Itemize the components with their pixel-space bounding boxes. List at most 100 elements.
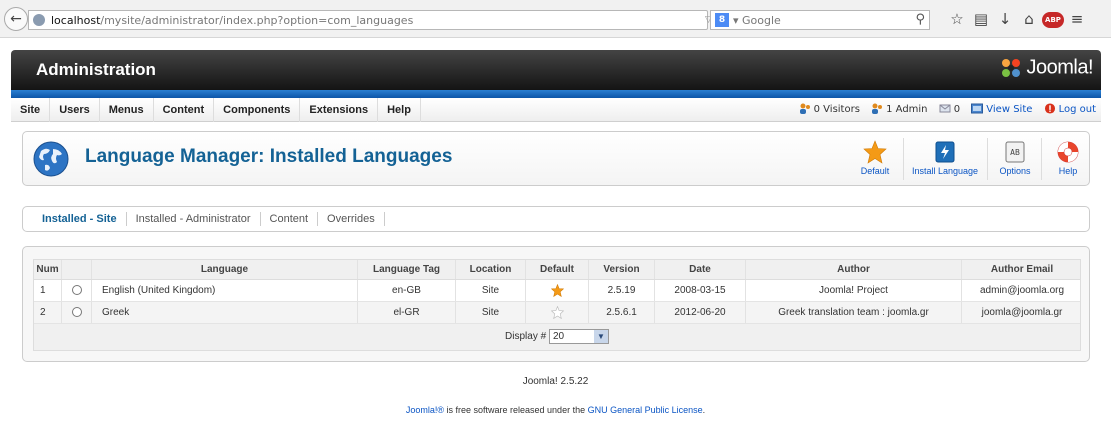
menu-item-content[interactable]: Content bbox=[154, 98, 215, 122]
row-author-email: joomla@joomla.gr bbox=[981, 307, 1063, 318]
browser-toolbar-icons: ☆ ▤ ↓ ⌂ ABP ≡ bbox=[946, 10, 1090, 30]
view-site-icon bbox=[971, 103, 984, 114]
back-arrow-icon: ← bbox=[10, 11, 22, 27]
row-select-radio-cell bbox=[62, 302, 92, 323]
row-author: Joomla! Project bbox=[746, 280, 962, 301]
default-star-filled-icon[interactable] bbox=[550, 283, 564, 297]
row-select-radio[interactable] bbox=[71, 285, 82, 296]
search-icon[interactable]: ⚲ bbox=[915, 12, 925, 27]
column-header-date[interactable]: Date bbox=[655, 260, 746, 279]
display-limit-label: Display # bbox=[505, 331, 547, 342]
column-header-select bbox=[62, 260, 92, 279]
menu-item-site[interactable]: Site bbox=[11, 98, 51, 122]
main-menu: Site Users Menus Content Components Extension… bbox=[11, 98, 421, 122]
gpl-link[interactable]: GNU General Public License bbox=[588, 405, 703, 415]
default-star-icon bbox=[863, 140, 887, 164]
row-default-cell bbox=[526, 280, 589, 301]
joomla-link[interactable]: Joomla!® bbox=[406, 405, 444, 415]
url-text[interactable]: localhost/mysite/administrator/index.php… bbox=[51, 14, 413, 27]
options-button[interactable]: AB Options bbox=[995, 140, 1035, 182]
google-icon[interactable]: 8 bbox=[715, 13, 729, 27]
help-lifebuoy-icon bbox=[1057, 141, 1079, 163]
joomla-logo-icon bbox=[1002, 59, 1021, 77]
row-version: 2.5.19 bbox=[589, 280, 655, 301]
site-identity-icon[interactable] bbox=[33, 14, 45, 26]
column-header-language[interactable]: Language bbox=[92, 260, 358, 279]
adblock-icon[interactable]: ABP bbox=[1042, 12, 1064, 28]
column-header-author-email[interactable]: Author Email bbox=[962, 260, 1082, 279]
row-date: 2012-06-20 bbox=[655, 302, 746, 323]
svg-text:AB: AB bbox=[1010, 148, 1020, 157]
messages-status[interactable]: 0 bbox=[939, 98, 960, 122]
visitors-icon bbox=[799, 103, 810, 114]
toolbar-divider bbox=[903, 138, 904, 180]
column-header-language-tag[interactable]: Language Tag bbox=[358, 260, 456, 279]
default-button-label: Default bbox=[860, 166, 890, 176]
column-header-version[interactable]: Version bbox=[589, 260, 655, 279]
menu-item-users[interactable]: Users bbox=[50, 98, 100, 122]
visitors-status: 0 Visitors bbox=[799, 98, 860, 122]
menu-icon[interactable]: ≡ bbox=[1066, 10, 1088, 28]
logout-link[interactable]: Log out bbox=[1044, 98, 1096, 122]
language-globe-icon bbox=[33, 141, 69, 177]
options-label: Options bbox=[999, 166, 1031, 176]
tab-overrides[interactable]: Overrides bbox=[318, 212, 385, 226]
home-icon[interactable]: ⌂ bbox=[1018, 10, 1040, 28]
table-row: 2 Greek el-GR Site 2.5.6.1 2012-06-20 Gr… bbox=[34, 302, 1080, 324]
bookmarks-menu-icon[interactable]: ▤ bbox=[970, 10, 992, 28]
back-button[interactable]: ← bbox=[4, 7, 28, 31]
downloads-icon[interactable]: ↓ bbox=[994, 10, 1016, 28]
install-language-label: Install Language bbox=[911, 166, 979, 176]
admin-menu-bar: Site Users Menus Content Components Extension… bbox=[11, 98, 1101, 122]
column-header-num[interactable]: Num bbox=[34, 260, 62, 279]
options-icon: AB bbox=[1005, 141, 1025, 163]
joomla-logo-text: Joomla! bbox=[1026, 56, 1093, 79]
column-header-default[interactable]: Default bbox=[526, 260, 589, 279]
menu-item-components[interactable]: Components bbox=[214, 98, 301, 122]
help-button[interactable]: Help bbox=[1053, 140, 1083, 182]
languages-table-panel: Num Language Language Tag Location Defau… bbox=[22, 246, 1090, 362]
tab-content[interactable]: Content bbox=[261, 212, 319, 226]
row-author-email: admin@joomla.org bbox=[979, 285, 1065, 296]
tab-installed-site[interactable]: Installed - Site bbox=[33, 212, 127, 226]
status-bar: 0 Visitors 1 Admin 0 View Site Log out bbox=[791, 98, 1096, 122]
menu-item-help[interactable]: Help bbox=[378, 98, 421, 122]
row-num: 2 bbox=[34, 302, 62, 323]
display-limit-select[interactable]: 20 ▼ bbox=[548, 328, 609, 344]
joomla-logo: Joomla! bbox=[999, 56, 1093, 82]
row-author: Greek translation team : joomla.gr bbox=[746, 302, 962, 323]
logout-icon bbox=[1044, 103, 1055, 114]
tab-installed-administrator[interactable]: Installed - Administrator bbox=[127, 212, 261, 226]
table-header-row: Num Language Language Tag Location Defau… bbox=[34, 260, 1080, 280]
row-select-radio[interactable] bbox=[71, 307, 82, 318]
admins-icon bbox=[872, 103, 883, 114]
pagination-footer: Display # 20 ▼ bbox=[34, 324, 1080, 350]
row-date: 2008-03-15 bbox=[655, 280, 746, 301]
row-location: Site bbox=[456, 280, 526, 301]
menu-item-extensions[interactable]: Extensions bbox=[300, 98, 379, 122]
column-header-location[interactable]: Location bbox=[456, 260, 526, 279]
table-row: 1 English (United Kingdom) en-GB Site 2.… bbox=[34, 280, 1080, 302]
bookmark-star-icon[interactable]: ☆ bbox=[946, 10, 968, 28]
browser-toolbar: ← localhost/mysite/administrator/index.p… bbox=[0, 0, 1111, 38]
install-language-button[interactable]: Install Language bbox=[909, 140, 981, 182]
toolbar-divider bbox=[987, 138, 988, 180]
messages-icon bbox=[939, 104, 951, 113]
help-label: Help bbox=[1058, 166, 1078, 176]
search-bar[interactable]: 8 ▾ Google ⚲ bbox=[710, 10, 930, 30]
search-engine-label: Google bbox=[742, 14, 781, 27]
menu-item-menus[interactable]: Menus bbox=[100, 98, 154, 122]
default-star-empty-icon[interactable] bbox=[550, 305, 564, 320]
page-title: Language Manager: Installed Languages bbox=[85, 146, 453, 167]
row-language: Greek bbox=[92, 302, 358, 323]
chevron-down-icon: ▼ bbox=[593, 329, 608, 343]
version-text: Joomla! 2.5.22 bbox=[522, 376, 589, 387]
column-header-author[interactable]: Author bbox=[746, 260, 962, 279]
row-location: Site bbox=[456, 302, 526, 323]
default-button[interactable]: Default bbox=[853, 140, 897, 182]
address-bar[interactable]: localhost/mysite/administrator/index.php… bbox=[28, 10, 731, 30]
install-language-icon bbox=[935, 141, 955, 163]
view-site-link[interactable]: View Site bbox=[971, 98, 1032, 122]
license-text: Joomla!® is free software released under… bbox=[405, 405, 706, 415]
page-title-panel: Language Manager: Installed Languages De… bbox=[22, 131, 1090, 186]
